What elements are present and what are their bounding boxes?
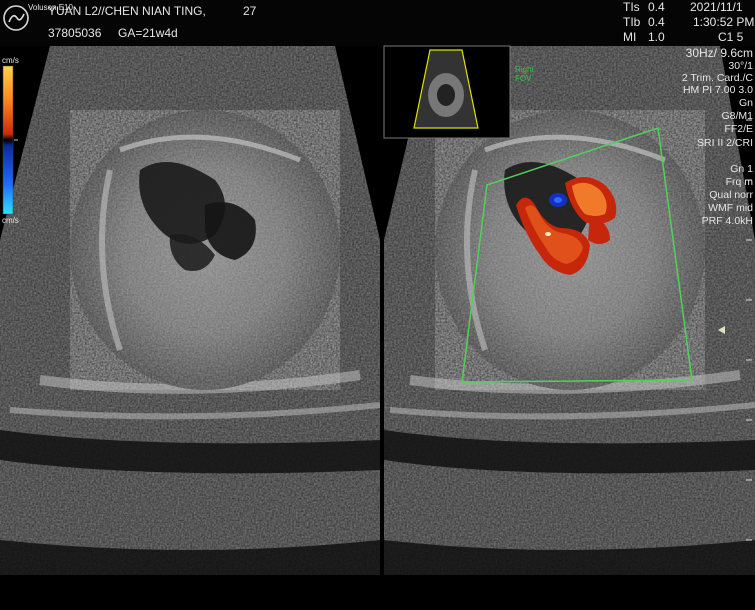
- sri-setting: SRI II 2/CRI: [696, 137, 753, 149]
- scale-top-label: cm/s: [2, 56, 19, 65]
- thumbnail-view: [383, 45, 511, 139]
- thumbnail-label-2: FOV: [515, 74, 532, 83]
- frame-rate-depth: 30Hz/ 9.6cm: [685, 46, 753, 60]
- frame-filter: FF2/E: [724, 123, 753, 135]
- color-frequency: Frq m: [725, 176, 753, 188]
- prf-setting: PRF 4.0kH: [701, 215, 753, 227]
- harmonic-setting: HM PI 7.00 3.0: [682, 84, 753, 96]
- color-quality: Qual norr: [709, 189, 753, 201]
- gain-map: G8/M1: [721, 110, 753, 122]
- preset-name: 2 Trim. Card./C: [681, 72, 753, 84]
- bmode-gain: Gn: [738, 97, 753, 109]
- scale-bottom-label: cm/s: [2, 216, 19, 225]
- ultrasound-image-area: [0, 45, 755, 575]
- wall-motion-filter: WMF mid: [708, 202, 753, 214]
- scan-angle: 30°/1: [728, 60, 753, 72]
- left-bmode-panel: [0, 46, 380, 575]
- color-gain: Gn 1: [730, 163, 753, 175]
